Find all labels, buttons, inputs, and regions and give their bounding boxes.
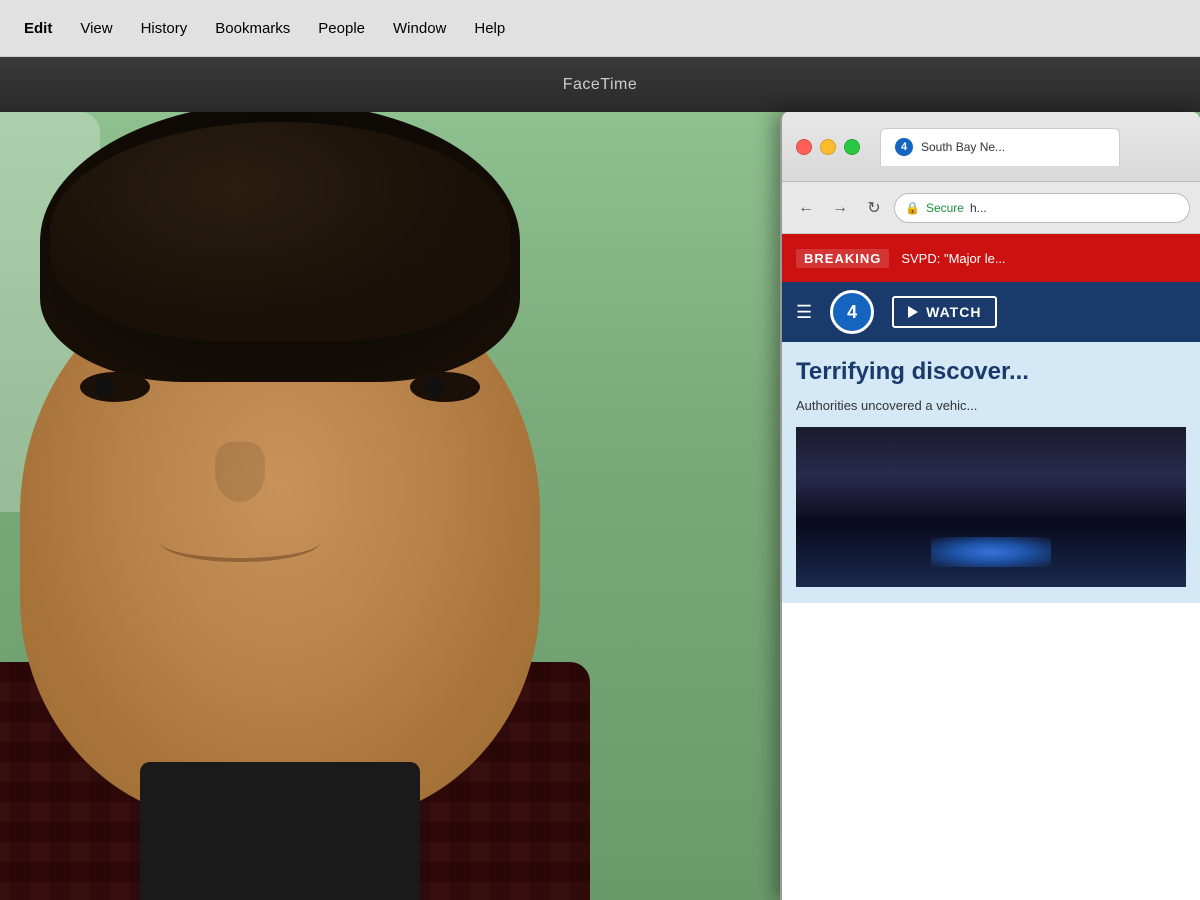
news-logo: 4 bbox=[830, 290, 874, 334]
watch-label: WATCH bbox=[926, 304, 981, 320]
tab-favicon: 4 bbox=[895, 138, 913, 156]
lock-icon: 🔒 bbox=[905, 201, 920, 215]
traffic-lights bbox=[796, 139, 860, 155]
news-headline: Terrifying discover... bbox=[796, 358, 1186, 387]
left-eye bbox=[80, 372, 150, 402]
eyes bbox=[80, 372, 480, 402]
address-box[interactable]: 🔒 Secure h... bbox=[894, 193, 1190, 223]
inner-shirt bbox=[140, 762, 420, 900]
hair bbox=[40, 112, 520, 382]
address-text: h... bbox=[970, 201, 987, 215]
facetime-titlebar: FaceTime bbox=[0, 57, 1200, 112]
maximize-button[interactable] bbox=[844, 139, 860, 155]
face-container bbox=[0, 112, 770, 900]
close-button[interactable] bbox=[796, 139, 812, 155]
breaking-text: SVPD: "Major le... bbox=[901, 251, 1005, 266]
reload-button[interactable]: ↻ bbox=[860, 194, 888, 222]
article-image bbox=[796, 427, 1186, 587]
forward-button[interactable]: → bbox=[826, 194, 854, 222]
back-button[interactable]: ← bbox=[792, 194, 820, 222]
menu-view[interactable]: View bbox=[66, 16, 126, 41]
facetime-title: FaceTime bbox=[563, 76, 638, 94]
menu-history[interactable]: History bbox=[127, 16, 202, 41]
browser-content: BREAKING SVPD: "Major le... ☰ 4 WATCH Te… bbox=[782, 234, 1200, 900]
browser-addressbar: ← → ↻ 🔒 Secure h... bbox=[782, 182, 1200, 234]
news-content-area: Terrifying discover... Authorities uncov… bbox=[782, 342, 1200, 603]
facetime-window: FaceTime bbox=[0, 57, 1200, 900]
nose bbox=[215, 442, 265, 502]
browser-tab[interactable]: 4 South Bay Ne... bbox=[880, 128, 1120, 166]
breaking-label: BREAKING bbox=[796, 249, 889, 268]
news-subtext: Authorities uncovered a vehic... bbox=[796, 397, 1186, 415]
breaking-news-banner: BREAKING SVPD: "Major le... bbox=[782, 234, 1200, 282]
mouth bbox=[160, 522, 320, 562]
menu-edit[interactable]: Edit bbox=[10, 16, 66, 41]
menu-people[interactable]: People bbox=[304, 16, 379, 41]
menu-help[interactable]: Help bbox=[460, 16, 519, 41]
tab-title: South Bay Ne... bbox=[921, 140, 1005, 154]
news-nav: ☰ 4 WATCH bbox=[782, 282, 1200, 342]
browser-window: 4 South Bay Ne... ← → ↻ 🔒 Secure h... BR… bbox=[780, 112, 1200, 900]
menu-bookmarks[interactable]: Bookmarks bbox=[201, 16, 304, 41]
menu-bar: Edit View History Bookmarks People Windo… bbox=[0, 0, 1200, 57]
right-eye bbox=[410, 372, 480, 402]
watch-button[interactable]: WATCH bbox=[892, 296, 997, 328]
minimize-button[interactable] bbox=[820, 139, 836, 155]
menu-window[interactable]: Window bbox=[379, 16, 460, 41]
secure-label: Secure bbox=[926, 201, 964, 215]
play-icon bbox=[908, 306, 918, 318]
hamburger-icon[interactable]: ☰ bbox=[796, 302, 812, 323]
browser-titlebar: 4 South Bay Ne... bbox=[782, 112, 1200, 182]
image-glow bbox=[931, 537, 1051, 567]
person-video bbox=[0, 112, 770, 900]
